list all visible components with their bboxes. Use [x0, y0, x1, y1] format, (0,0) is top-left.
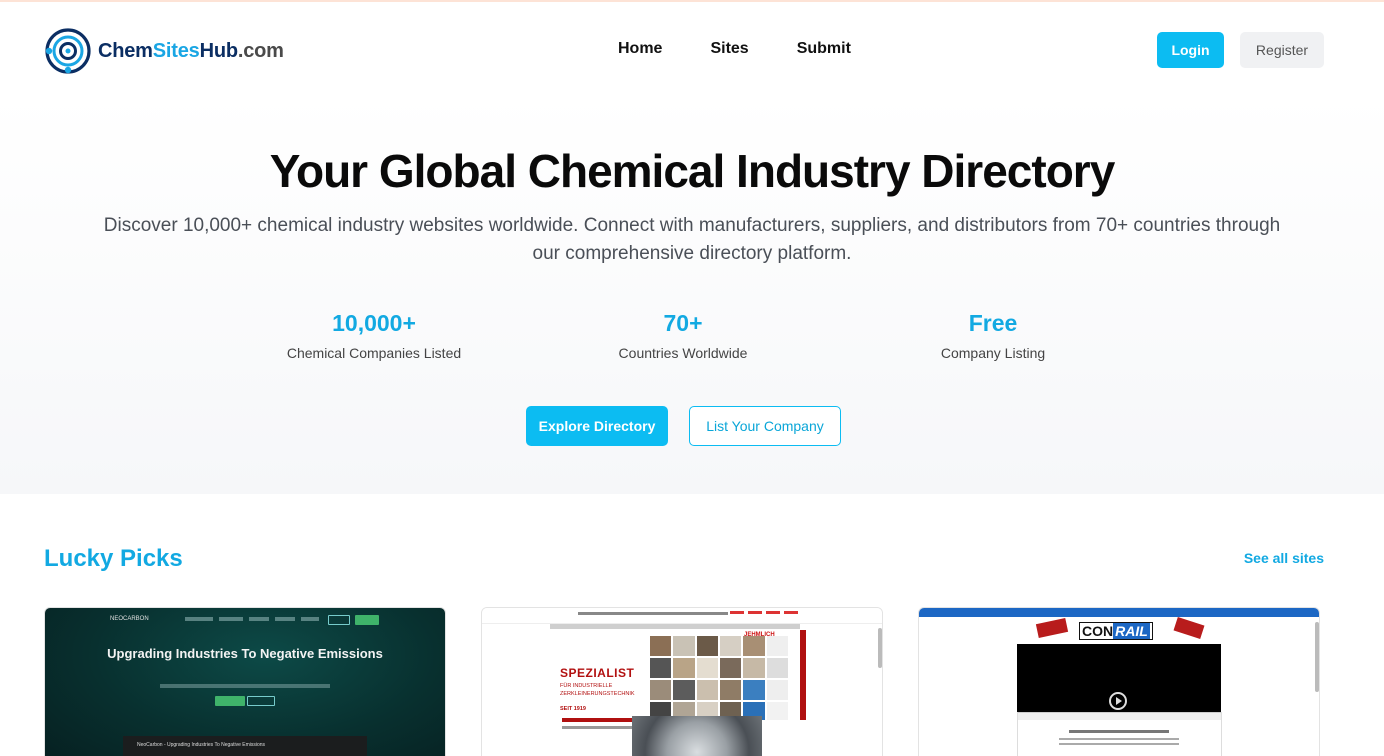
preview-nav-link — [185, 617, 213, 621]
preview-cta — [215, 696, 245, 706]
preview-scrollbar — [1315, 622, 1319, 692]
main-nav: Home Sites Submit — [618, 40, 851, 58]
preview-text-line — [562, 726, 632, 729]
nav-submit[interactable]: Submit — [797, 40, 851, 58]
preview-subheading: FÜR INDUSTRIELLE ZERKLEINERUNGSTECHNIK — [560, 683, 635, 697]
hero-subtitle: Discover 10,000+ chemical industry websi… — [103, 215, 1281, 264]
preview-top-link — [784, 611, 798, 614]
logo-part-domain: .com — [237, 39, 284, 62]
preview-heading: SPEZIALIST — [560, 666, 635, 680]
hero-section: Your Global Chemical Industry Directory … — [0, 94, 1384, 494]
site-card-3[interactable]: CON RAIL — [918, 607, 1320, 756]
stat-value: Free — [968, 310, 1018, 336]
preview-text-line — [1059, 743, 1179, 745]
login-button[interactable]: Login — [1157, 32, 1224, 68]
site-logo[interactable]: ChemSitesHub.com — [44, 26, 284, 76]
play-icon — [1109, 692, 1127, 710]
preview-cta-secondary — [247, 696, 275, 706]
preview-topline — [578, 612, 728, 615]
logo-part-chem: Chem — [98, 39, 153, 62]
preview-logo-con: CON — [1082, 623, 1114, 639]
list-company-button[interactable]: List Your Company — [689, 406, 841, 446]
nav-sites[interactable]: Sites — [710, 40, 748, 58]
preview-topbar — [919, 608, 1319, 617]
preview-logo-rail: RAIL — [1113, 623, 1150, 639]
site-card-1[interactable]: NEOCARBON Upgrading Industries To Negati… — [44, 607, 446, 756]
preview-description — [160, 684, 330, 688]
preview-menu — [1017, 712, 1221, 720]
preview-top-link — [748, 611, 762, 614]
stat-label: Chemical Companies Listed — [286, 345, 462, 361]
preview-logo: JEHMLICH — [744, 632, 775, 638]
preview-red-bar — [562, 718, 636, 722]
stat-companies: 10,000+ Chemical Companies Listed — [254, 310, 494, 361]
stat-label: Countries Worldwide — [618, 345, 748, 361]
preview-material-grid — [650, 636, 788, 722]
stat-label: Company Listing — [940, 345, 1046, 361]
preview-nav-link — [275, 617, 295, 621]
site-header: ChemSitesHub.com Home Sites Submit Login… — [0, 2, 1384, 94]
hero-title: Your Global Chemical Industry Directory — [269, 145, 1116, 197]
stat-value: 70+ — [663, 310, 703, 336]
logo-part-hub: Hub — [199, 39, 238, 62]
stat-countries: 70+ Countries Worldwide — [563, 310, 803, 361]
preview-top-link — [730, 611, 744, 614]
preview-text-line — [1059, 738, 1179, 740]
preview-top-link — [766, 611, 780, 614]
preview-text-line — [1069, 730, 1169, 733]
preview-red-sidebar — [800, 630, 806, 720]
logo-wordmark: ChemSitesHub.com — [98, 40, 284, 63]
preview-nav-link — [219, 617, 243, 621]
stat-value: 10,000+ — [332, 310, 416, 336]
preview-topbar — [482, 608, 882, 624]
preview-scrollbar — [878, 628, 882, 668]
preview-menu — [550, 624, 800, 629]
preview-nav-link — [301, 617, 319, 621]
preview-video-title: NeoCarbon - Upgrading Industries To Nega… — [137, 742, 266, 748]
preview-logo: NEOCARBON — [110, 616, 149, 622]
preview-nav-button — [328, 615, 350, 625]
preview-border — [1017, 712, 1018, 756]
preview-nav-button — [355, 615, 379, 625]
preview-heading: Upgrading Industries To Negative Emissio… — [107, 646, 383, 661]
preview-nav: NEOCARBON — [45, 614, 445, 626]
see-all-sites-link[interactable]: See all sites — [1240, 550, 1324, 566]
preview-since: SEIT 1919 — [560, 706, 586, 712]
preview-machine-image — [632, 716, 762, 756]
lucky-picks-title: Lucky Picks — [44, 545, 183, 572]
preview-nav-link — [249, 617, 269, 621]
register-button[interactable]: Register — [1240, 32, 1324, 68]
nav-home[interactable]: Home — [618, 40, 662, 58]
explore-directory-button[interactable]: Explore Directory — [526, 406, 668, 446]
preview-border — [1221, 712, 1222, 756]
logo-target-icon — [45, 28, 91, 74]
stat-listing: Free Company Listing — [873, 310, 1113, 361]
site-card-2[interactable]: SPEZIALIST FÜR INDUSTRIELLE ZERKLEINERUN… — [481, 607, 883, 756]
logo-part-sites: Sites — [152, 39, 200, 62]
preview-logo: CON RAIL — [1079, 622, 1153, 640]
